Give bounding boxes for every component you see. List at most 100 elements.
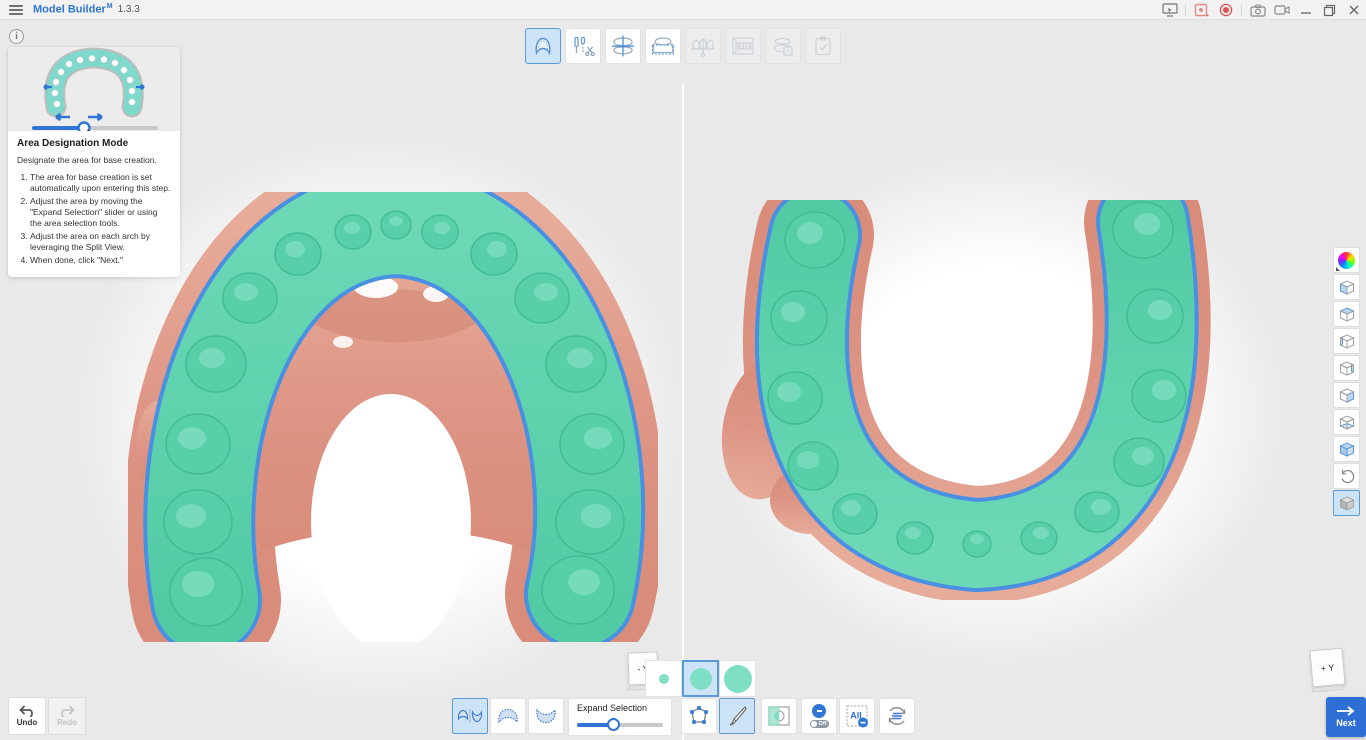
expand-selection-panel: Expand Selection	[568, 698, 672, 736]
screen-share-icon[interactable]	[1161, 2, 1178, 18]
close-button[interactable]	[1345, 2, 1362, 18]
help-description: Designate the area for base creation.	[17, 155, 171, 165]
brush-size-panel	[645, 660, 756, 697]
view-isometric-button[interactable]	[1333, 436, 1360, 462]
minus-circle-icon	[812, 704, 826, 718]
labeling-icon: A	[770, 34, 796, 58]
reset-rotation-button[interactable]	[1333, 463, 1360, 489]
next-button[interactable]: Next	[1326, 697, 1366, 737]
lower-arch-model[interactable]	[715, 200, 1220, 600]
view-back-cube-icon	[1337, 385, 1357, 405]
svg-text:A: A	[786, 49, 791, 56]
base-creation-icon	[650, 34, 676, 58]
app-version: 1.3.3	[118, 4, 140, 15]
brush-icon	[725, 704, 749, 728]
step-plate-mounting-button	[725, 28, 761, 64]
reset-rotation-icon	[1337, 466, 1357, 486]
color-wheel-icon	[1338, 252, 1355, 269]
deselect-all-icon: All	[844, 703, 870, 729]
upper-arch-view-button[interactable]	[490, 698, 526, 734]
polygon-select-icon	[687, 705, 711, 727]
view-top-cube-icon	[1337, 304, 1357, 324]
view-sidebar	[1333, 247, 1360, 516]
smart-area-icon	[767, 705, 791, 727]
view-left-cube-icon	[1337, 331, 1357, 351]
minimize-button[interactable]	[1297, 2, 1314, 18]
lower-arch-icon	[534, 707, 558, 725]
step-model-labeling-button: A	[765, 28, 801, 64]
menu-hamburger-icon[interactable]	[9, 5, 23, 15]
subtract-mode-toggle-button[interactable]: Off	[801, 698, 837, 734]
slider-knob[interactable]	[607, 718, 620, 731]
next-arrow-icon	[1336, 706, 1356, 716]
app-title: Model BuilderM	[33, 3, 113, 16]
brush-size-medium-button[interactable]	[682, 660, 719, 697]
view-right-button[interactable]	[1333, 355, 1360, 381]
help-title: Area Designation Mode	[17, 138, 171, 149]
toggle-state-label: Off	[819, 721, 827, 727]
reset-selection-button[interactable]	[879, 698, 915, 734]
confirm-checklist-icon	[811, 34, 835, 58]
right-viewport-nav-cube[interactable]: + Y	[1309, 648, 1345, 688]
right-orientation-label: + Y	[1320, 662, 1334, 673]
help-illustration	[8, 47, 180, 131]
split-view-icon	[456, 707, 484, 725]
step-die-pins-button	[685, 28, 721, 64]
plate-icon	[730, 34, 756, 58]
view-left-button[interactable]	[1333, 328, 1360, 354]
die-pins-icon	[690, 34, 716, 58]
window-controls	[1161, 0, 1362, 20]
redo-arrow-icon	[58, 705, 76, 717]
titlebar: Model BuilderM 1.3.3	[0, 0, 1366, 20]
model-builder-app: Model BuilderM 1.3.3	[0, 0, 1366, 740]
step-occlusion-alignment-button[interactable]	[605, 28, 641, 64]
split-view-button[interactable]	[452, 698, 488, 734]
view-bottom-cube-icon	[1337, 412, 1357, 432]
view-isometric-cube-icon	[1337, 439, 1357, 459]
view-back-button[interactable]	[1333, 382, 1360, 408]
brush-size-large-button[interactable]	[719, 660, 756, 697]
reset-selection-icon	[884, 703, 910, 729]
color-cursor-icon	[1336, 267, 1340, 271]
lower-arch-view-button[interactable]	[528, 698, 564, 734]
large-dot-icon	[724, 665, 752, 693]
undo-arrow-icon	[18, 705, 36, 717]
capture-region-icon[interactable]	[1193, 2, 1210, 18]
upper-arch-icon	[496, 707, 520, 725]
title-superscript: M	[107, 3, 113, 10]
next-label: Next	[1336, 718, 1356, 728]
video-capture-icon[interactable]	[1273, 2, 1290, 18]
expand-selection-slider[interactable]	[577, 718, 663, 732]
smart-area-select-button[interactable]	[761, 698, 797, 734]
view-front-cube-icon	[1337, 277, 1357, 297]
info-icon[interactable]: i	[9, 29, 24, 44]
shaded-view-button[interactable]	[1333, 490, 1360, 516]
brush-size-small-button[interactable]	[645, 660, 682, 697]
deselect-all-button[interactable]: All	[839, 698, 875, 734]
workflow-toolbar: A	[525, 28, 841, 64]
view-front-button[interactable]	[1333, 274, 1360, 300]
maximize-restore-button[interactable]	[1321, 2, 1338, 18]
polygon-select-button[interactable]	[681, 698, 717, 734]
step-base-creation-button[interactable]	[645, 28, 681, 64]
shaded-cube-icon	[1337, 493, 1357, 513]
step-sculpt-tools-button[interactable]	[565, 28, 601, 64]
small-dot-icon	[659, 674, 669, 684]
step-confirm-button	[805, 28, 841, 64]
help-step: The area for base creation is set automa…	[30, 172, 171, 194]
split-view-divider	[682, 84, 684, 740]
subtract-toggle-switch[interactable]: Off	[810, 720, 829, 728]
view-right-cube-icon	[1337, 358, 1357, 378]
expand-selection-label: Expand Selection	[577, 703, 663, 713]
upper-arch-model[interactable]	[128, 192, 658, 642]
color-picker-button[interactable]	[1333, 247, 1360, 273]
arch-icon	[531, 34, 555, 58]
occlusion-icon	[610, 34, 636, 58]
brush-select-button[interactable]	[719, 698, 755, 734]
undo-button[interactable]: Undo	[8, 697, 46, 735]
step-area-designation-button[interactable]	[525, 28, 561, 64]
view-top-button[interactable]	[1333, 301, 1360, 327]
screenshot-camera-icon[interactable]	[1249, 2, 1266, 18]
record-icon[interactable]	[1217, 2, 1234, 18]
view-bottom-button[interactable]	[1333, 409, 1360, 435]
